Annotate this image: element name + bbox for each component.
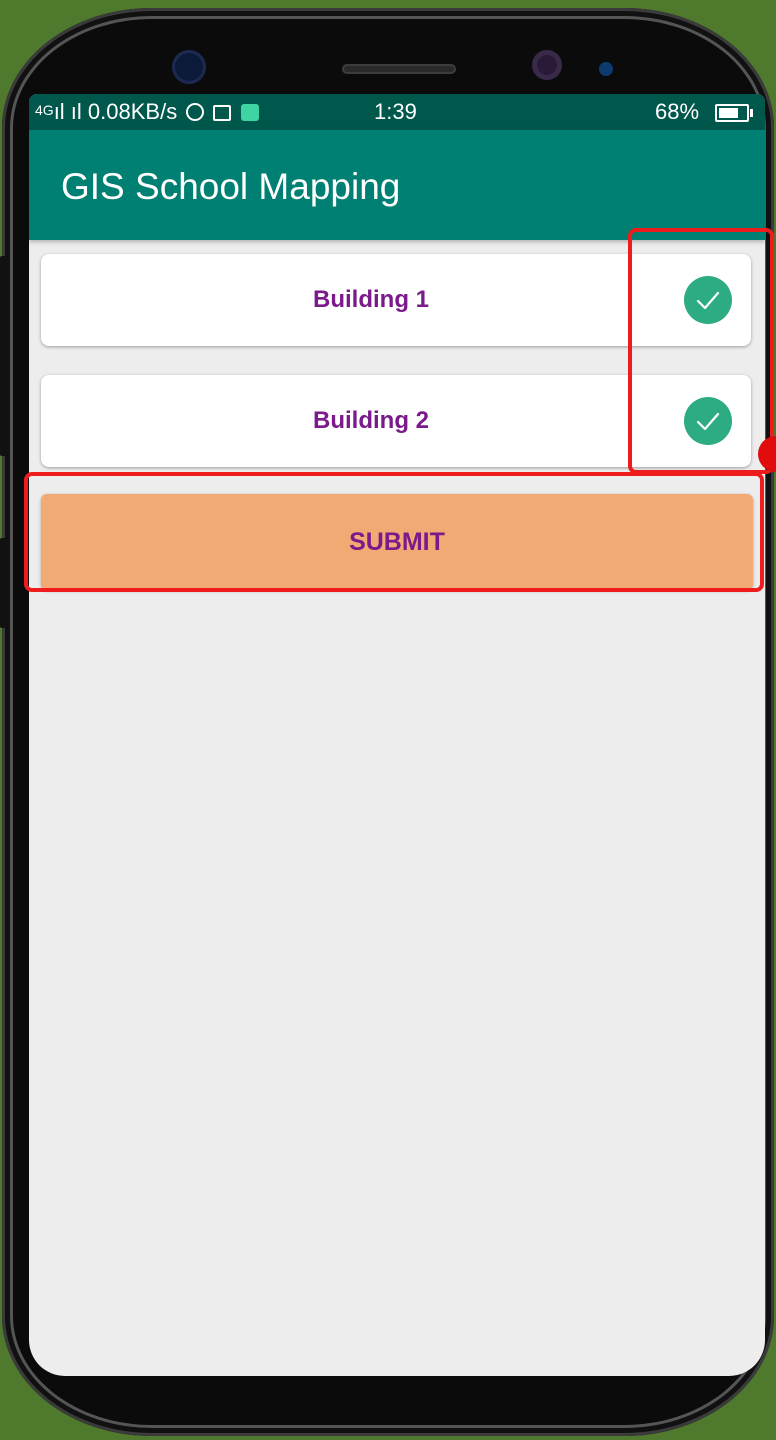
battery-icon <box>715 104 753 122</box>
earpiece-speaker <box>342 64 456 74</box>
volume-button <box>0 256 8 456</box>
building-2-label: Building 2 <box>313 407 429 434</box>
app-notification-icon <box>240 104 259 121</box>
whatsapp-icon <box>186 103 205 121</box>
phone-frame: 4Gıl ıl 0.08KB/s 1:39 68% GIS School Map… <box>0 8 774 1436</box>
signal-icon: ıl ıl <box>53 99 88 124</box>
network-speed: 0.08KB/s <box>87 99 178 124</box>
status-indicators: 4Gıl ıl 0.08KB/s <box>35 99 259 125</box>
battery-percent: 68% <box>655 99 700 124</box>
highlight-checkmarks <box>628 228 774 474</box>
building-1-label: Building 1 <box>313 286 429 313</box>
highlight-submit <box>24 472 764 592</box>
status-time: 1:39 <box>374 99 417 124</box>
page-title: GIS School Mapping <box>61 166 401 207</box>
app-bar: GIS School Mapping <box>29 130 765 240</box>
proximity-sensor <box>599 62 613 76</box>
iris-sensor <box>532 50 562 80</box>
signal-icon: 4G <box>35 102 54 118</box>
front-camera <box>172 50 206 84</box>
status-bar: 4Gıl ıl 0.08KB/s 1:39 68% <box>29 94 765 130</box>
bixby-button <box>0 538 8 628</box>
mail-icon <box>213 105 232 121</box>
